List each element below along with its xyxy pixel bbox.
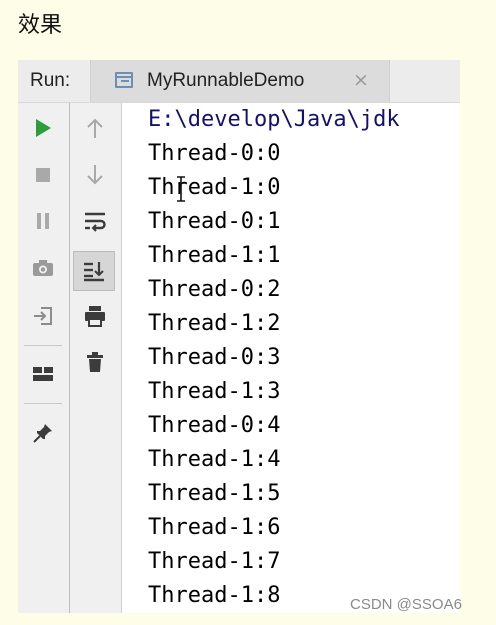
run-tab-bar: Run: MyRunnableDemo × [18, 60, 460, 103]
console-line: Thread-0:3 [148, 345, 281, 370]
login-icon[interactable] [26, 299, 60, 333]
console-line-path: E:\develop\Java\jdk [148, 107, 400, 132]
console-line: Thread-0:1 [148, 209, 281, 234]
text-cursor-icon [177, 176, 185, 202]
console-line: Thread-1:5 [148, 481, 281, 506]
toolbar-separator [24, 345, 62, 346]
camera-icon[interactable] [26, 251, 60, 285]
console-line: Thread-1:6 [148, 515, 281, 540]
tab-my-runnable-demo[interactable]: MyRunnableDemo × [90, 60, 390, 102]
run-label: Run: [30, 70, 71, 91]
console-line: Thread-1:0 [148, 175, 281, 200]
arrow-up-icon[interactable] [78, 111, 112, 145]
tab-title: MyRunnableDemo [147, 70, 305, 91]
console-line: Thread-1:8 [148, 583, 281, 608]
watermark: CSDN @SSOA6 [350, 596, 462, 613]
console-line: Thread-1:2 [148, 311, 281, 336]
stop-icon[interactable] [26, 158, 60, 192]
layout-icon[interactable] [26, 357, 60, 391]
console-line: Thread-0:2 [148, 277, 281, 302]
run-left-toolbar [18, 103, 70, 613]
print-icon[interactable] [78, 299, 112, 333]
scroll-to-end-icon[interactable] [73, 251, 115, 291]
console-line: Thread-1:3 [148, 379, 281, 404]
page-heading: 效果 [18, 13, 63, 38]
play-icon[interactable] [26, 111, 60, 145]
soft-wrap-icon[interactable] [78, 204, 112, 238]
pause-icon[interactable] [26, 204, 60, 238]
console-window-icon [115, 72, 133, 88]
console-line: Thread-0:0 [148, 141, 281, 166]
run-secondary-toolbar [70, 103, 122, 613]
pin-icon[interactable] [26, 416, 60, 450]
arrow-down-icon[interactable] [78, 158, 112, 192]
run-tool-window: Run: MyRunnableDemo × E:\develop\Java\jd… [18, 60, 460, 613]
console-line: Thread-1:7 [148, 549, 281, 574]
console-line: Thread-1:1 [148, 243, 281, 268]
toolbar-separator [24, 403, 62, 404]
console-line: Thread-1:4 [148, 447, 281, 472]
trash-icon[interactable] [78, 345, 112, 379]
console-line: Thread-0:4 [148, 413, 281, 438]
close-icon[interactable]: × [353, 69, 369, 91]
console-output[interactable]: E:\develop\Java\jdk Thread-0:0 Thread-1:… [122, 103, 460, 613]
